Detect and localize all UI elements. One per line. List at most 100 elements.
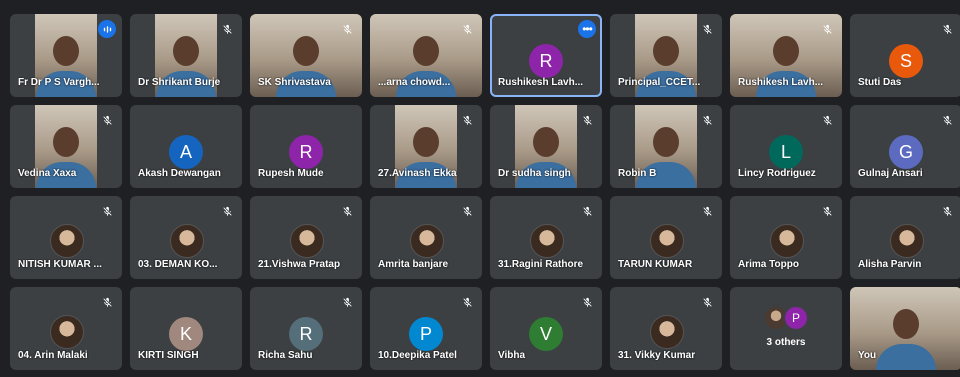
- photo-avatar: [650, 315, 684, 349]
- participant-tile-21-vishwa-pratap[interactable]: 21.Vishwa Pratap: [250, 196, 362, 279]
- mic-off-icon: [938, 20, 956, 38]
- participant-tile-tarun-kumar[interactable]: TARUN KUMAR: [610, 196, 722, 279]
- letter-avatar: R: [529, 44, 563, 78]
- participant-tile-03-deman-ko[interactable]: 03. DEMAN KO...: [130, 196, 242, 279]
- participant-name: SK Shrivastava: [258, 77, 331, 88]
- mic-off-icon: [818, 202, 836, 220]
- participant-tile-27-avinash-ekka[interactable]: 27.Avinash Ekka: [370, 105, 482, 188]
- photo-avatar: [170, 224, 204, 258]
- participant-name: You: [858, 350, 877, 361]
- participant-tile-vibha[interactable]: V Vibha: [490, 287, 602, 370]
- participant-tile-dr-sudha-singh[interactable]: Dr sudha singh: [490, 105, 602, 188]
- mic-off-icon: [578, 202, 596, 220]
- participant-tile-you[interactable]: You: [850, 287, 960, 370]
- person-head: [773, 35, 799, 66]
- mic-off-icon: [98, 111, 116, 129]
- participant-tile-nitish-kumar[interactable]: NITISH KUMAR ...: [10, 196, 122, 279]
- mic-off-icon: [338, 20, 356, 38]
- participant-name: Dr sudha singh: [498, 168, 571, 179]
- mic-off-icon: [578, 111, 596, 129]
- participant-name: Gulnaj Ansari: [858, 168, 923, 179]
- participant-name: Fr Dr P S Vargh...: [18, 77, 100, 88]
- participant-name: NITISH KUMAR ...: [18, 259, 102, 270]
- participant-name: 10.Deepika Patel: [378, 350, 457, 361]
- participant-tile-gulnaj-ansari[interactable]: G Gulnaj Ansari: [850, 105, 960, 188]
- more-options-icon[interactable]: •••: [578, 20, 596, 38]
- letter-avatar: R: [289, 135, 323, 169]
- others-avatars: P: [730, 305, 842, 331]
- participant-tile-alisha-parvin[interactable]: Alisha Parvin: [850, 196, 960, 279]
- participant-tile-sk-shrivastava[interactable]: SK Shrivastava: [250, 14, 362, 97]
- participant-tile-arima-toppo[interactable]: Arima Toppo: [730, 196, 842, 279]
- mic-off-icon: [98, 293, 116, 311]
- letter-avatar: K: [169, 317, 203, 351]
- mic-off-icon: [338, 293, 356, 311]
- participant-name: 31. Vikky Kumar: [618, 350, 696, 361]
- person-head: [173, 35, 199, 66]
- participant-tile-lincy-rodriguez[interactable]: L Lincy Rodriguez: [730, 105, 842, 188]
- mic-off-icon: [818, 111, 836, 129]
- mic-off-icon: [578, 293, 596, 311]
- participant-tile-3-others[interactable]: P 3 others: [730, 287, 842, 370]
- participant-name: Lincy Rodriguez: [738, 168, 816, 179]
- letter-avatar: A: [169, 135, 203, 169]
- photo-avatar: [770, 224, 804, 258]
- others-label: 3 others: [766, 337, 806, 348]
- participant-tile-amrita-banjare[interactable]: Amrita banjare: [370, 196, 482, 279]
- participant-name: Akash Dewangan: [138, 168, 221, 179]
- mic-off-icon: [458, 111, 476, 129]
- mic-off-icon: [698, 20, 716, 38]
- participant-tile-arna-chowd[interactable]: ...arna chowd...: [370, 14, 482, 97]
- participant-tile-31-ragini-rathore[interactable]: 31.Ragini Rathore: [490, 196, 602, 279]
- photo-avatar: [650, 224, 684, 258]
- participant-tile-richa-sahu[interactable]: R Richa Sahu: [250, 287, 362, 370]
- person-head: [53, 35, 79, 66]
- participant-name: Arima Toppo: [738, 259, 799, 270]
- person-head: [533, 126, 559, 157]
- person-head: [53, 126, 79, 157]
- participant-tile-rushikesh-lavh[interactable]: R Rushikesh Lavh... •••: [490, 14, 602, 97]
- speaking-indicator-icon: [98, 20, 116, 38]
- person-head: [893, 308, 919, 339]
- letter-avatar: P: [409, 317, 443, 351]
- participant-tile-10-deepika-patel[interactable]: P 10.Deepika Patel: [370, 287, 482, 370]
- participant-tile-principal-ccet[interactable]: Principal_CCET...: [610, 14, 722, 97]
- participant-tile-04-arin-malaki[interactable]: 04. Arin Malaki: [10, 287, 122, 370]
- mic-off-icon: [698, 293, 716, 311]
- participant-name: KIRTI SINGH: [138, 350, 199, 361]
- letter-avatar: R: [289, 317, 323, 351]
- participant-tile-kirti-singh[interactable]: K KIRTI SINGH: [130, 287, 242, 370]
- participant-name: 21.Vishwa Pratap: [258, 259, 341, 270]
- mic-off-icon: [458, 293, 476, 311]
- participant-tile-akash-dewangan[interactable]: A Akash Dewangan: [130, 105, 242, 188]
- participant-tile-vedina-xaxa[interactable]: Vedina Xaxa: [10, 105, 122, 188]
- mic-off-icon: [698, 202, 716, 220]
- mic-off-icon: [938, 111, 956, 129]
- mic-off-icon: [338, 202, 356, 220]
- participant-name: Vedina Xaxa: [18, 168, 77, 179]
- participant-name: Amrita banjare: [378, 259, 449, 270]
- participant-name: Vibha: [498, 350, 526, 361]
- mini-letter-avatar: P: [783, 305, 809, 331]
- participant-tile-31-vikky-kumar[interactable]: 31. Vikky Kumar: [610, 287, 722, 370]
- person-head: [413, 126, 439, 157]
- participant-tile-stuti-das[interactable]: S Stuti Das: [850, 14, 960, 97]
- participant-name: Principal_CCET...: [618, 77, 701, 88]
- participant-name: ...arna chowd...: [378, 77, 451, 88]
- participant-tile-robin-b[interactable]: Robin B: [610, 105, 722, 188]
- participant-tile-dr-shrikant-burje[interactable]: Dr Shrikant Burje: [130, 14, 242, 97]
- person-head: [413, 35, 439, 66]
- mic-off-icon: [818, 20, 836, 38]
- participant-tile-rushikesh-lavh[interactable]: Rushikesh Lavh...: [730, 14, 842, 97]
- letter-avatar: V: [529, 317, 563, 351]
- participant-name: TARUN KUMAR: [618, 259, 693, 270]
- mic-off-icon: [938, 202, 956, 220]
- participant-name: Stuti Das: [858, 77, 902, 88]
- mic-off-icon: [218, 202, 236, 220]
- photo-avatar: [890, 224, 924, 258]
- participant-tile-rupesh-mude[interactable]: R Rupesh Mude: [250, 105, 362, 188]
- participant-tile-fr-dr-p-s-vargh[interactable]: Fr Dr P S Vargh...: [10, 14, 122, 97]
- mic-off-icon: [698, 111, 716, 129]
- participant-name: 03. DEMAN KO...: [138, 259, 218, 270]
- photo-avatar: [50, 315, 84, 349]
